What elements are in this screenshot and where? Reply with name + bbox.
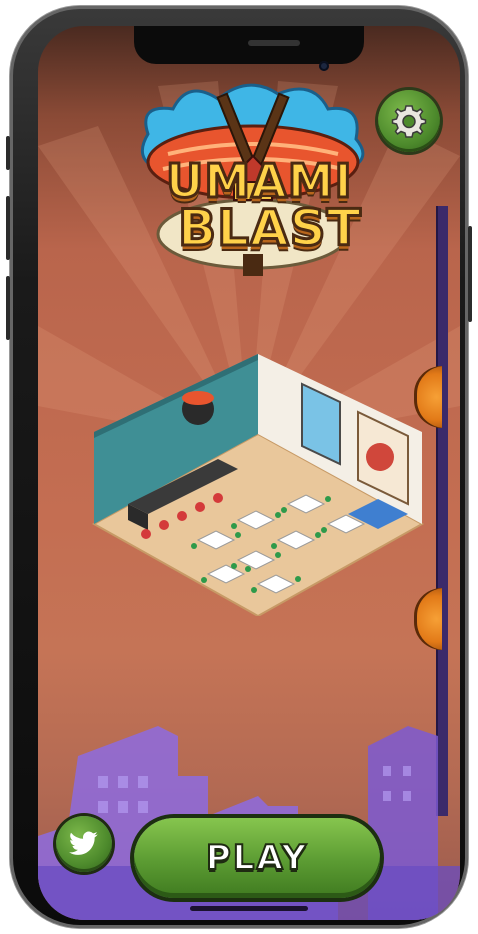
twitter-bird-icon — [69, 831, 98, 855]
game-logo: UMAMI BLAST — [128, 74, 378, 279]
restaurant-scene — [91, 354, 425, 616]
twitter-button[interactable] — [56, 816, 112, 872]
play-button[interactable]: PLAY — [134, 818, 380, 898]
front-camera — [319, 61, 329, 71]
phone-frame: UMAMI BLAST PLAY — [6, 6, 472, 928]
settings-button[interactable] — [378, 90, 440, 152]
power-button — [468, 226, 472, 322]
volume-down-button — [6, 276, 10, 340]
home-indicator[interactable] — [190, 906, 308, 911]
play-button-label: PLAY — [205, 837, 309, 879]
mute-switch — [6, 136, 10, 170]
logo-title-line2: BLAST — [177, 198, 363, 259]
earpiece — [248, 40, 300, 46]
game-screen: UMAMI BLAST PLAY — [38, 26, 460, 920]
gear-icon — [391, 105, 427, 138]
volume-up-button — [6, 196, 10, 260]
